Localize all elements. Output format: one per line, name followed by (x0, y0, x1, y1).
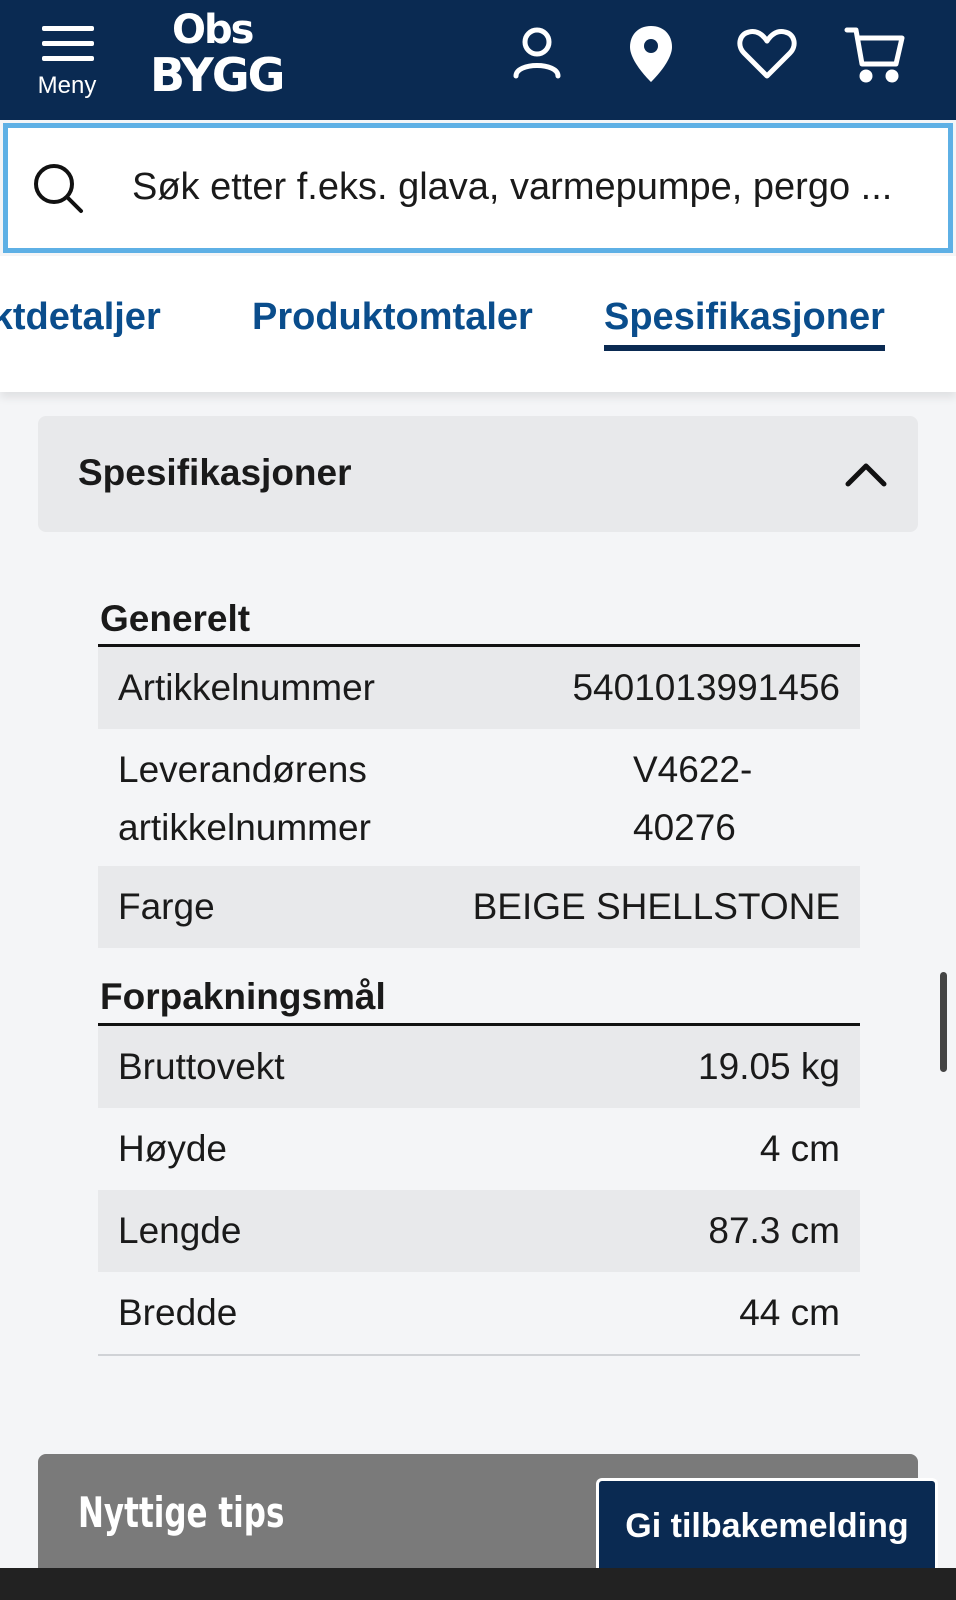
feedback-button[interactable]: Gi tilbakemelding (596, 1478, 938, 1574)
accordion-title: Spesifikasjoner (78, 452, 352, 493)
site-header: Meny Obs BYGG (0, 0, 956, 120)
spec-value: 19.05 kg (698, 1046, 840, 1087)
search-icon (32, 162, 84, 214)
product-tabs: Produktdetaljer Produktomtaler Spesifika… (0, 256, 956, 392)
spec-key-line1: Leverandørens (118, 749, 367, 790)
spec-value-line2: 40276 (633, 807, 736, 848)
location-icon[interactable] (618, 22, 684, 88)
search-input[interactable]: Søk etter f.eks. glava, varmepumpe, perg… (132, 166, 892, 209)
spec-key: Høyde (118, 1128, 227, 1169)
menu-label: Meny (37, 72, 97, 99)
spec-value: BEIGE SHELLSTONE (472, 886, 840, 927)
spec-key: Artikkelnummer (118, 667, 375, 708)
spec-row: Leverandørens artikkelnummer V4622- 4027… (98, 729, 860, 866)
logo-line-1: Obs (172, 7, 254, 53)
scrollbar[interactable] (940, 972, 947, 1072)
logo-line-2: BYGG (150, 48, 285, 102)
spec-key: Bredde (118, 1292, 238, 1333)
spec-key-line2: artikkelnummer (118, 807, 371, 848)
specifications-accordion[interactable]: Spesifikasjoner (38, 416, 918, 532)
spec-value: 4 cm (759, 1128, 840, 1169)
spec-row: Farge BEIGE SHELLSTONE (98, 866, 860, 948)
obs-bygg-logo[interactable]: Obs BYGG (150, 7, 285, 108)
spec-row: Bredde 44 cm (98, 1272, 860, 1354)
tab-product-details[interactable]: Produktdetaljer (0, 296, 161, 339)
spec-value: 44 cm (739, 1292, 840, 1333)
spec-key: Farge (118, 886, 215, 927)
spec-row: Høyde 4 cm (98, 1108, 860, 1190)
cart-icon[interactable] (844, 22, 910, 88)
spec-value: 5401013991456 (572, 667, 840, 708)
spec-key: Bruttovekt (118, 1046, 285, 1087)
spec-value: 87.3 cm (708, 1210, 840, 1251)
tips-title: Nyttige tips (78, 1488, 285, 1537)
spec-row: Bruttovekt 19.05 kg (98, 1026, 860, 1108)
menu-button[interactable]: Meny (34, 20, 100, 100)
browser-bottom-bar (0, 1568, 956, 1600)
divider (98, 1354, 860, 1356)
hamburger-icon (42, 26, 94, 62)
heart-icon[interactable] (734, 22, 800, 88)
spec-key: Lengde (118, 1210, 242, 1251)
spec-row: Artikkelnummer 5401013991456 (98, 647, 860, 729)
spec-row: Lengde 87.3 cm (98, 1190, 860, 1272)
section-title-packaging: Forpakningsmål (100, 976, 386, 1017)
section-title-general: Generelt (100, 598, 251, 639)
tab-specifications[interactable]: Spesifikasjoner (604, 296, 885, 351)
user-icon[interactable] (504, 22, 570, 88)
tab-product-reviews[interactable]: Produktomtaler (252, 296, 533, 339)
spec-value-line1: V4622- (633, 749, 753, 790)
chevron-up-icon (844, 454, 888, 494)
search-bar[interactable]: Søk etter f.eks. glava, varmepumpe, perg… (3, 123, 953, 253)
